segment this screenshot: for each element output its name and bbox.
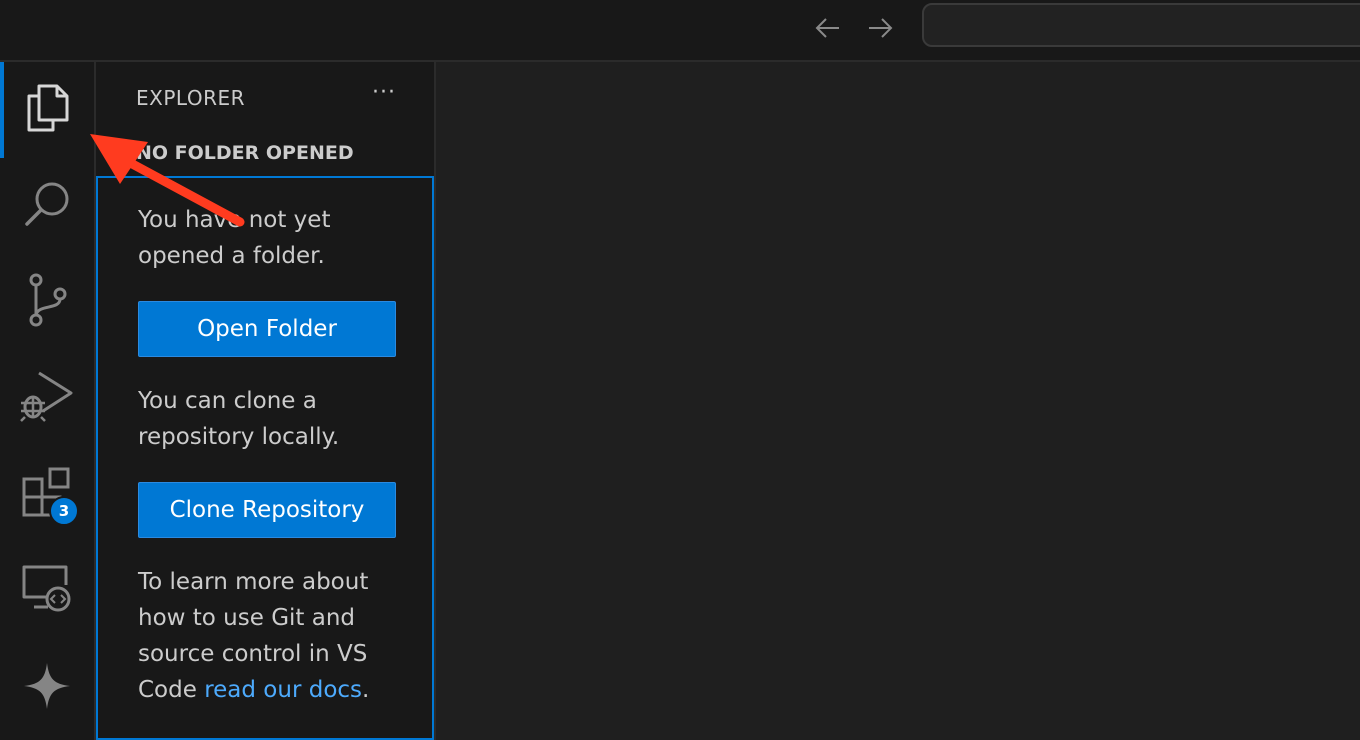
search-icon <box>25 182 69 226</box>
extensions-badge: 3 <box>49 496 79 526</box>
welcome-view: You have not yet opened a folder. Open F… <box>96 176 434 740</box>
source-control-icon <box>29 273 67 327</box>
command-center-search[interactable] <box>922 3 1360 47</box>
learn-more-suffix: . <box>362 677 370 703</box>
title-bar <box>0 0 1360 62</box>
learn-more-message: To learn more about how to use Git and s… <box>138 564 408 708</box>
more-actions-button[interactable]: ··· <box>372 80 396 105</box>
activity-bar: 3 <box>0 62 96 740</box>
editor-area <box>436 62 1360 740</box>
clone-message: You can clone a repository locally. <box>138 388 340 450</box>
activity-run-and-debug[interactable] <box>0 350 94 442</box>
sparkle-icon <box>24 663 70 709</box>
activity-search[interactable] <box>0 158 94 250</box>
explorer-sidebar: EXPLORER ··· NO FOLDER OPENED You have n… <box>96 62 436 740</box>
activity-copilot[interactable] <box>0 640 94 732</box>
files-icon <box>27 84 69 132</box>
section-header-no-folder[interactable]: NO FOLDER OPENED <box>136 142 354 164</box>
arrow-right-icon <box>869 18 893 38</box>
activity-source-control[interactable] <box>0 254 94 346</box>
run-debug-icon <box>20 371 73 422</box>
activity-remote-explorer[interactable] <box>0 542 94 634</box>
open-folder-button[interactable]: Open Folder <box>138 301 396 357</box>
clone-repository-button[interactable]: Clone Repository <box>138 482 396 538</box>
activity-extensions[interactable] <box>0 446 94 538</box>
go-forward-button[interactable] <box>862 10 898 46</box>
activity-explorer[interactable] <box>0 62 94 158</box>
sidebar-title: EXPLORER <box>136 86 245 110</box>
no-folder-message: You have not yet opened a folder. <box>138 207 331 269</box>
go-back-button[interactable] <box>810 10 846 46</box>
arrow-left-icon <box>815 18 839 38</box>
remote-explorer-icon <box>22 565 71 612</box>
read-docs-link[interactable]: read our docs <box>204 677 362 703</box>
